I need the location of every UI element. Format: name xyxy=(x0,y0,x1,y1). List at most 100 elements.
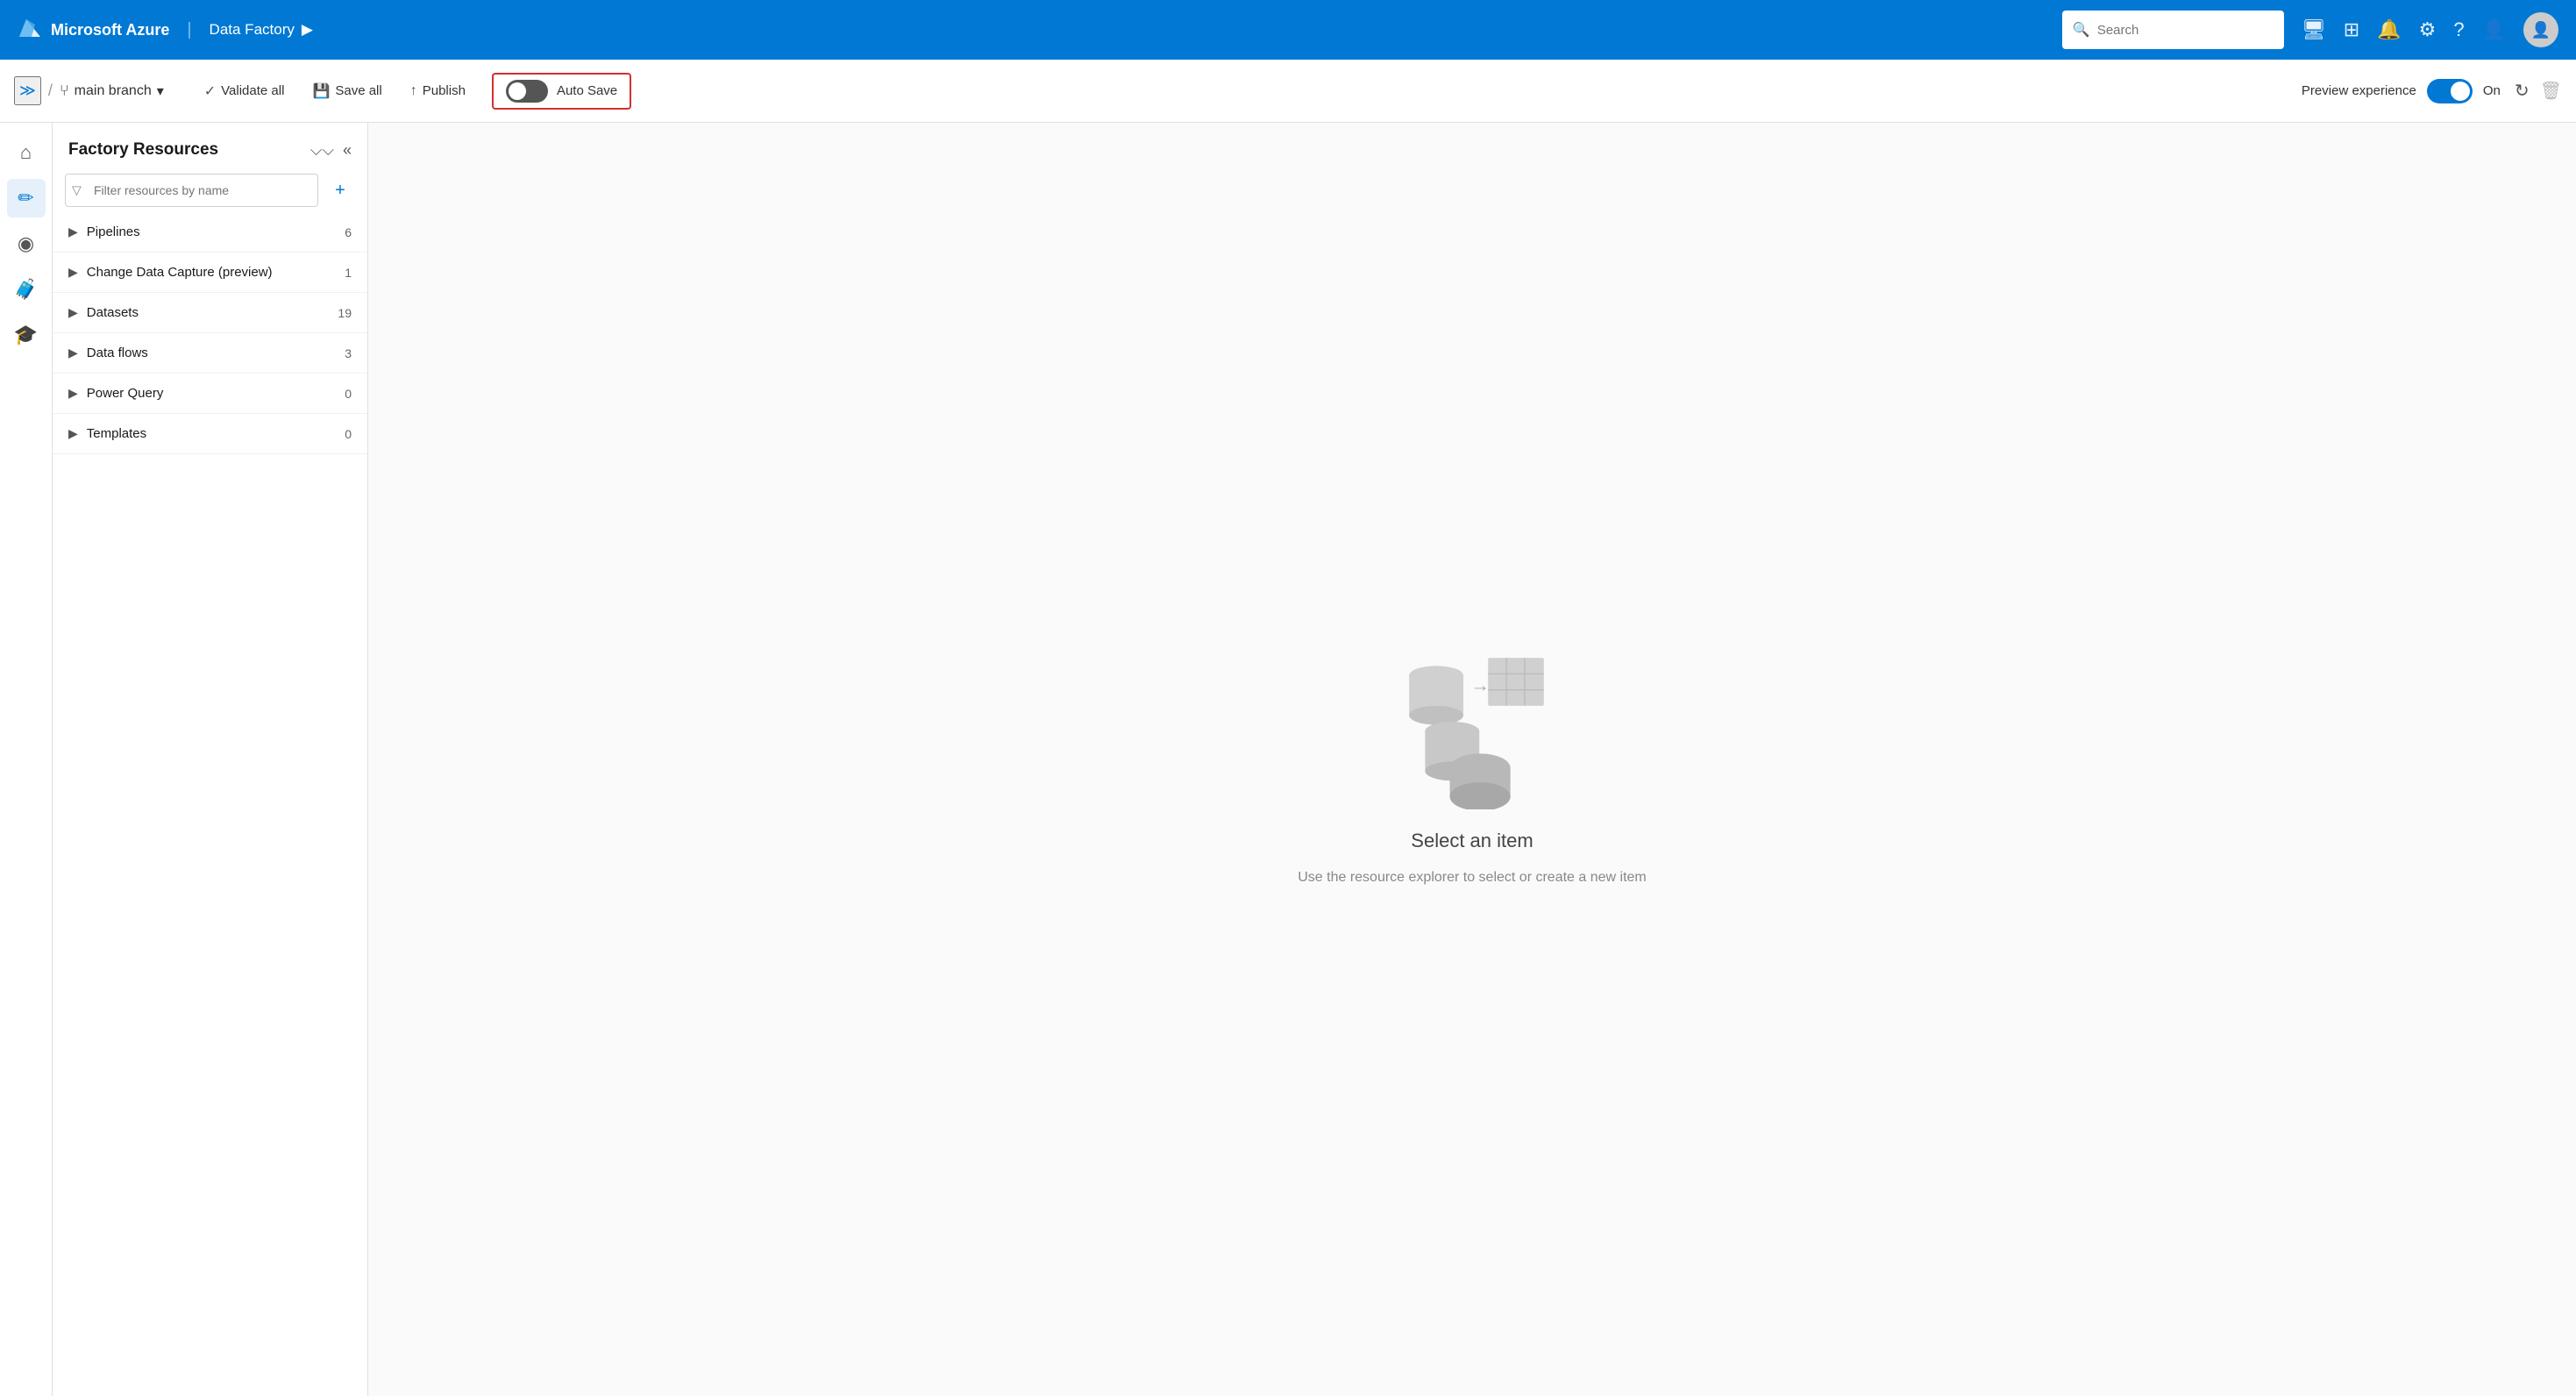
brand-primary-text: Microsoft Azure xyxy=(51,21,169,39)
collapse-panel-icon[interactable]: « xyxy=(343,141,352,160)
person-icon[interactable]: 👤 xyxy=(2482,18,2506,41)
azure-logo-icon xyxy=(18,18,42,42)
delete-icon[interactable]: 🗑 xyxy=(2540,80,2562,102)
preview-toggle[interactable] xyxy=(2427,79,2473,103)
resource-item-left: ▶ Pipelines xyxy=(68,224,140,239)
save-all-label: Save all xyxy=(335,83,381,98)
main-layout: ⌂ ✏ ◉ 🧳 🎓 Factory Resources ⌵⌵ « ▽ xyxy=(0,123,2576,1396)
resource-name: Data flows xyxy=(87,345,148,360)
main-content: → xyxy=(368,123,2576,1396)
sidebar-item-manage[interactable]: 🧳 xyxy=(7,270,46,309)
sidebar-icons: ⌂ ✏ ◉ 🧳 🎓 xyxy=(0,123,53,1396)
toolbar-actions: ✓ Validate all 💾 Save all ↑ Publish xyxy=(192,77,478,105)
publish-button[interactable]: ↑ Publish xyxy=(398,78,478,104)
search-input[interactable] xyxy=(2062,11,2284,49)
refresh-icon[interactable]: ↻ xyxy=(2515,80,2530,102)
learn-icon: 🎓 xyxy=(14,324,38,346)
branch-chevron-icon: ▾ xyxy=(157,82,164,100)
search-box: 🔍 xyxy=(2062,11,2284,49)
avatar-icon: 👤 xyxy=(2531,21,2551,39)
resources-header-icons: ⌵⌵ « xyxy=(310,141,352,160)
apps-icon[interactable]: ⊞ xyxy=(2344,18,2359,41)
autosave-toggle[interactable] xyxy=(506,80,548,103)
list-item[interactable]: ▶ Templates 0 xyxy=(53,414,367,454)
collapse-all-icon[interactable]: ⌵⌵ xyxy=(310,141,334,160)
resource-item-left: ▶ Templates xyxy=(68,426,146,441)
avatar[interactable]: 👤 xyxy=(2523,12,2558,47)
filter-input[interactable] xyxy=(65,174,318,207)
validate-all-button[interactable]: ✓ Validate all xyxy=(192,77,297,105)
save-icon: 💾 xyxy=(312,82,330,100)
list-item[interactable]: ▶ Datasets 19 xyxy=(53,293,367,333)
svg-text:→: → xyxy=(1470,673,1490,695)
resource-name: Change Data Capture (preview) xyxy=(87,265,273,280)
resource-name: Power Query xyxy=(87,386,164,401)
brand-logo: Microsoft Azure xyxy=(18,18,169,42)
chevron-right-icon: ▶ xyxy=(68,224,78,239)
sidebar-item-monitor[interactable]: ◉ xyxy=(7,224,46,263)
resources-header: Factory Resources ⌵⌵ « xyxy=(53,123,367,168)
brand-arrow-icon: ▶ xyxy=(302,21,313,39)
branch-name: main branch xyxy=(75,83,152,99)
sidebar-item-author[interactable]: ✏ xyxy=(7,179,46,217)
collapse-nav-button[interactable]: ≫ xyxy=(14,76,41,105)
preview-experience: Preview experience On ↻ 🗑 xyxy=(2302,79,2562,103)
preview-toggle-slider xyxy=(2427,79,2473,103)
data-illustration-svg: → xyxy=(1367,634,1577,809)
resource-name: Pipelines xyxy=(87,224,140,239)
save-all-button[interactable]: 💾 Save all xyxy=(300,77,394,105)
resources-title: Factory Resources xyxy=(68,140,218,160)
top-nav: Microsoft Azure | Data Factory ▶ 🔍 🖥 ⊞ 🔔… xyxy=(0,0,2576,60)
filter-icon: ▽ xyxy=(72,183,82,198)
empty-state: → xyxy=(1298,634,1647,886)
validate-all-label: Validate all xyxy=(221,83,284,98)
toolbar: ≫ / ⑂ main branch ▾ ✓ Validate all 💾 Sav… xyxy=(0,60,2576,123)
resource-count: 0 xyxy=(345,387,352,401)
resource-item-left: ▶ Datasets xyxy=(68,305,139,320)
manage-icon: 🧳 xyxy=(14,278,38,301)
preview-experience-label: Preview experience xyxy=(2302,83,2416,98)
add-resource-button[interactable]: + xyxy=(325,175,355,205)
autosave-label: Auto Save xyxy=(557,83,617,98)
branch-icon: ⑂ xyxy=(60,82,69,100)
validate-icon: ✓ xyxy=(204,82,216,100)
list-item[interactable]: ▶ Change Data Capture (preview) 1 xyxy=(53,253,367,293)
branch-selector[interactable]: ⑂ main branch ▾ xyxy=(60,82,164,100)
brand-secondary: Data Factory ▶ xyxy=(210,21,313,39)
publish-icon: ↑ xyxy=(410,83,417,99)
sidebar-item-home[interactable]: ⌂ xyxy=(7,133,46,172)
brand-separator: | xyxy=(187,20,191,40)
resource-count: 1 xyxy=(345,266,352,280)
resource-count: 0 xyxy=(345,427,352,441)
monitor-icon: ◉ xyxy=(18,232,34,255)
autosave-slider xyxy=(506,80,548,103)
brand-secondary-text: Data Factory xyxy=(210,21,295,39)
resource-name: Templates xyxy=(87,426,146,441)
empty-state-illustration: → xyxy=(1367,634,1577,812)
settings-icon[interactable]: ⚙ xyxy=(2419,18,2437,41)
top-nav-right: 🔍 🖥 ⊞ 🔔 ⚙ ? 👤 👤 xyxy=(2062,11,2558,49)
screen-icon[interactable]: 🖥 xyxy=(2302,18,2326,41)
resource-count: 6 xyxy=(345,225,352,239)
list-item[interactable]: ▶ Data flows 3 xyxy=(53,333,367,374)
chevron-right-icon: ▶ xyxy=(68,265,78,280)
help-icon[interactable]: ? xyxy=(2453,18,2464,41)
list-item[interactable]: ▶ Pipelines 6 xyxy=(53,212,367,253)
resource-list: ▶ Pipelines 6 ▶ Change Data Capture (pre… xyxy=(53,212,367,1396)
sidebar-item-learn[interactable]: 🎓 xyxy=(7,316,46,354)
chevron-right-icon: ▶ xyxy=(68,345,78,360)
bell-icon[interactable]: 🔔 xyxy=(2377,18,2401,41)
home-icon: ⌂ xyxy=(20,141,32,164)
resource-item-left: ▶ Data flows xyxy=(68,345,148,360)
search-icon: 🔍 xyxy=(2073,21,2090,39)
list-item[interactable]: ▶ Power Query 0 xyxy=(53,374,367,414)
chevron-right-icon: ▶ xyxy=(68,386,78,401)
resource-item-left: ▶ Change Data Capture (preview) xyxy=(68,265,273,280)
chevron-right-icon: ▶ xyxy=(68,426,78,441)
resource-name: Datasets xyxy=(87,305,139,320)
filter-row: ▽ + xyxy=(53,168,367,212)
preview-on-label: On xyxy=(2483,83,2501,98)
pencil-icon: ✏ xyxy=(18,187,33,210)
resource-item-left: ▶ Power Query xyxy=(68,386,163,401)
resource-count: 3 xyxy=(345,346,352,360)
